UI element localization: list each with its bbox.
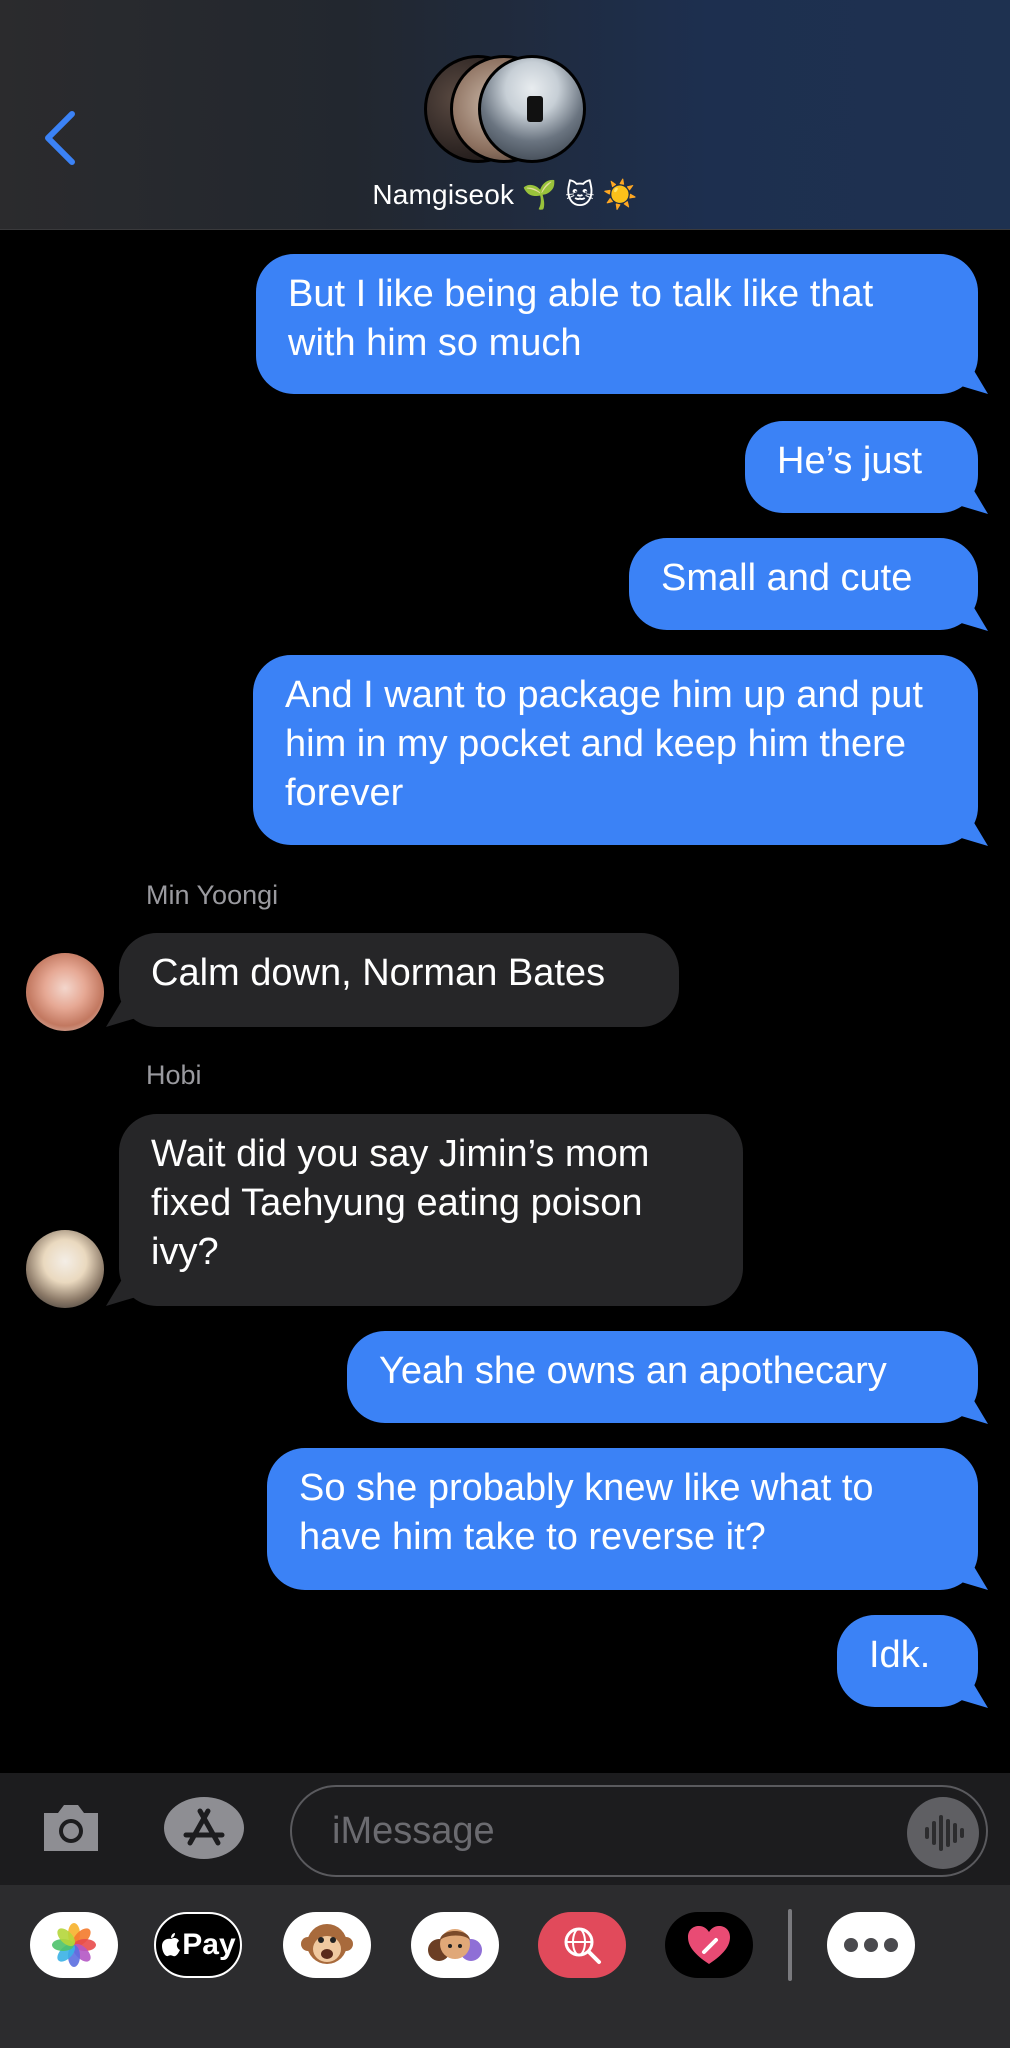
- digital-touch-button[interactable]: [665, 1912, 753, 1978]
- waveform-icon: [925, 1815, 964, 1851]
- sender-name: Min Yoongi: [146, 880, 279, 910]
- message-bubble-sent[interactable]: He’s just: [745, 421, 978, 513]
- group-avatar[interactable]: [424, 54, 590, 164]
- globe-search-icon: [564, 1927, 601, 1964]
- monkey-animoji-icon: [301, 1924, 353, 1964]
- message-bubble-received[interactable]: Wait did you say Jimin’s mom fixed Taehy…: [119, 1114, 743, 1306]
- bubble-tail: [106, 999, 134, 1027]
- back-button[interactable]: [38, 108, 88, 168]
- photos-app-button[interactable]: [30, 1912, 118, 1978]
- more-apps-button[interactable]: [827, 1912, 915, 1978]
- message-bubble-sent[interactable]: Yeah she owns an apothecary: [347, 1331, 978, 1423]
- message-bubble-sent[interactable]: Idk.: [837, 1615, 978, 1707]
- animoji-button[interactable]: [283, 1912, 371, 1978]
- contact-avatar[interactable]: [26, 1230, 104, 1308]
- app-store-icon: [164, 1797, 244, 1859]
- message-bubble-received[interactable]: Calm down, Norman Bates: [119, 933, 679, 1027]
- apple-pay-button[interactable]: Pay: [154, 1912, 242, 1978]
- apple-pay-label: Pay: [182, 1928, 236, 1961]
- contact-avatar[interactable]: [26, 953, 104, 1031]
- photos-icon: [52, 1923, 96, 1967]
- compose-bar: [0, 1773, 1010, 1885]
- memoji-button[interactable]: [411, 1912, 499, 1978]
- camera-button[interactable]: [40, 1799, 102, 1855]
- message-input[interactable]: [290, 1785, 988, 1877]
- audio-message-button[interactable]: [907, 1797, 979, 1869]
- web-search-button[interactable]: [538, 1912, 626, 1978]
- app-drawer: Pay: [0, 1885, 1010, 2048]
- bubble-tail: [106, 1278, 134, 1306]
- conversation-header: Namgiseok 🌱 🐱 ☀️: [0, 0, 1010, 230]
- more-icon: [844, 1938, 898, 1952]
- app-store-button[interactable]: [162, 1795, 246, 1861]
- camera-icon: [44, 1805, 98, 1851]
- message-bubble-sent[interactable]: But I like being able to talk like that …: [256, 254, 978, 394]
- apple-logo-icon: [162, 1933, 181, 1957]
- chevron-left-icon: [45, 111, 75, 165]
- memoji-icon: [428, 1929, 482, 1961]
- member-avatar: [478, 55, 586, 163]
- drawer-divider: [788, 1909, 792, 1981]
- message-bubble-sent[interactable]: And I want to package him up and put him…: [253, 655, 978, 845]
- conversation-title[interactable]: Namgiseok 🌱 🐱 ☀️: [0, 178, 1010, 211]
- messages-app: Namgiseok 🌱 🐱 ☀️ But I like being able t…: [0, 0, 1010, 2048]
- digital-touch-heart-icon: [688, 1926, 730, 1964]
- message-bubble-sent[interactable]: Small and cute: [629, 538, 978, 630]
- message-bubble-sent[interactable]: So she probably knew like what to have h…: [267, 1448, 978, 1590]
- sender-name: Hobi: [146, 1060, 202, 1090]
